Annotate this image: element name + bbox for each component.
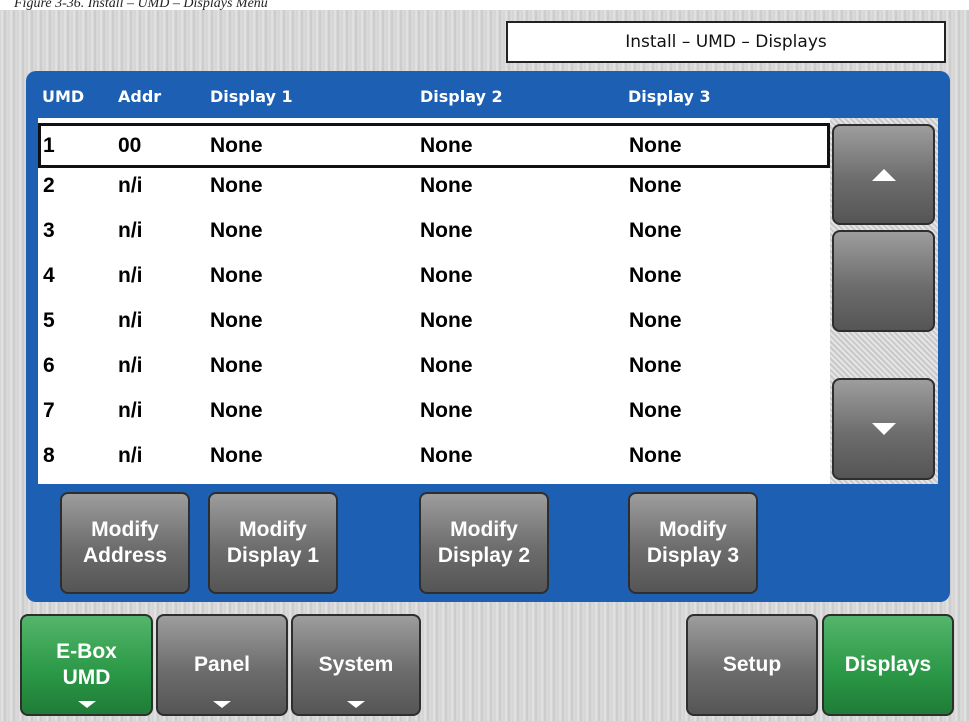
button-label-line2: Display 1 bbox=[226, 544, 320, 567]
button-label-line2: Display 3 bbox=[646, 544, 740, 567]
umd-display-2: None bbox=[420, 444, 473, 467]
col-header-addr: Addr bbox=[118, 87, 162, 106]
table-row[interactable]: 3 n/i None None None bbox=[38, 208, 830, 253]
umd-address: n/i bbox=[118, 219, 143, 242]
umd-number: 6 bbox=[43, 354, 55, 377]
umd-display-1: None bbox=[210, 309, 263, 332]
umd-display-3: None bbox=[629, 354, 682, 377]
umd-display-3: None bbox=[629, 174, 682, 197]
button-label-line1: Modify bbox=[91, 518, 159, 541]
umd-display-3: None bbox=[629, 219, 682, 242]
umd-address: n/i bbox=[118, 354, 143, 377]
triangle-up-icon bbox=[871, 168, 896, 181]
umd-display-2: None bbox=[420, 354, 473, 377]
umd-number: 5 bbox=[43, 309, 55, 332]
tab-label: Setup bbox=[722, 653, 782, 676]
scrollbar-thumb[interactable] bbox=[832, 230, 935, 332]
col-header-umd: UMD bbox=[42, 87, 85, 106]
umd-display-2: None bbox=[420, 174, 473, 197]
modify-display-1-button[interactable]: Modify Display 1 bbox=[208, 492, 338, 594]
modify-display-2-button[interactable]: Modify Display 2 bbox=[419, 492, 549, 594]
menu-title: Install – UMD – Displays bbox=[506, 21, 946, 63]
button-label-line1: Modify bbox=[659, 518, 727, 541]
table-row[interactable]: 7 n/i None None None bbox=[38, 388, 830, 433]
umd-number: 3 bbox=[43, 219, 55, 242]
table-row[interactable]: 2 n/i None None None bbox=[38, 163, 830, 208]
umd-table: 1 00 None None None 2 n/i None None None… bbox=[38, 118, 830, 484]
umd-display-1: None bbox=[210, 264, 263, 287]
umd-display-1: None bbox=[210, 219, 263, 242]
umd-display-2: None bbox=[420, 309, 473, 332]
tab-label: Displays bbox=[844, 653, 932, 676]
umd-display-1: None bbox=[210, 399, 263, 422]
umd-address: n/i bbox=[118, 264, 143, 287]
umd-display-3: None bbox=[629, 444, 682, 467]
table-row[interactable]: 5 n/i None None None bbox=[38, 298, 830, 343]
umd-display-1: None bbox=[210, 444, 263, 467]
table-row[interactable]: 1 00 None None None bbox=[38, 123, 830, 168]
umd-address: n/i bbox=[118, 444, 143, 467]
table-row[interactable]: 8 n/i None None None bbox=[38, 433, 830, 478]
umd-display-1: None bbox=[210, 354, 263, 377]
tab-label-line2: UMD bbox=[62, 666, 111, 689]
umd-display-3: None bbox=[629, 309, 682, 332]
modify-address-button[interactable]: Modify Address bbox=[60, 492, 190, 594]
umd-display-1: None bbox=[210, 174, 263, 197]
triangle-down-icon bbox=[871, 423, 896, 435]
tab-ebox-umd[interactable]: E-Box UMD bbox=[20, 614, 153, 716]
tab-label: Panel bbox=[193, 653, 251, 676]
triangle-down-icon bbox=[213, 701, 231, 708]
umd-number: 7 bbox=[43, 399, 55, 422]
umd-display-3: None bbox=[629, 399, 682, 422]
umd-address: n/i bbox=[118, 399, 143, 422]
table-row[interactable]: 4 n/i None None None bbox=[38, 253, 830, 298]
table-row[interactable]: 6 n/i None None None bbox=[38, 343, 830, 388]
umd-display-3: None bbox=[629, 264, 682, 287]
umd-number: 4 bbox=[43, 264, 55, 287]
umd-number: 2 bbox=[43, 174, 55, 197]
tab-label-line1: E-Box bbox=[56, 640, 117, 663]
tab-label: System bbox=[318, 653, 394, 676]
col-header-display-2: Display 2 bbox=[420, 87, 503, 106]
umd-display-2: None bbox=[420, 399, 473, 422]
button-label-line1: Modify bbox=[450, 518, 518, 541]
umd-display-2: None bbox=[420, 264, 473, 287]
umd-number: 8 bbox=[43, 444, 55, 467]
scroll-down-button[interactable] bbox=[832, 378, 935, 480]
tab-setup[interactable]: Setup bbox=[686, 614, 818, 716]
modify-display-3-button[interactable]: Modify Display 3 bbox=[628, 492, 758, 594]
tab-system[interactable]: System bbox=[291, 614, 421, 716]
tab-panel[interactable]: Panel bbox=[156, 614, 288, 716]
button-label-line1: Modify bbox=[239, 518, 307, 541]
button-label-line2: Address bbox=[82, 544, 168, 567]
umd-address: n/i bbox=[118, 174, 143, 197]
triangle-down-icon bbox=[77, 701, 96, 708]
umd-address: n/i bbox=[118, 309, 143, 332]
scroll-up-button[interactable] bbox=[832, 124, 935, 225]
col-header-display-1: Display 1 bbox=[210, 87, 293, 106]
umd-display-2: None bbox=[420, 219, 473, 242]
triangle-down-icon bbox=[347, 701, 365, 708]
button-label-line2: Display 2 bbox=[437, 544, 531, 567]
tab-displays[interactable]: Displays bbox=[822, 614, 954, 716]
col-header-display-3: Display 3 bbox=[628, 87, 711, 106]
